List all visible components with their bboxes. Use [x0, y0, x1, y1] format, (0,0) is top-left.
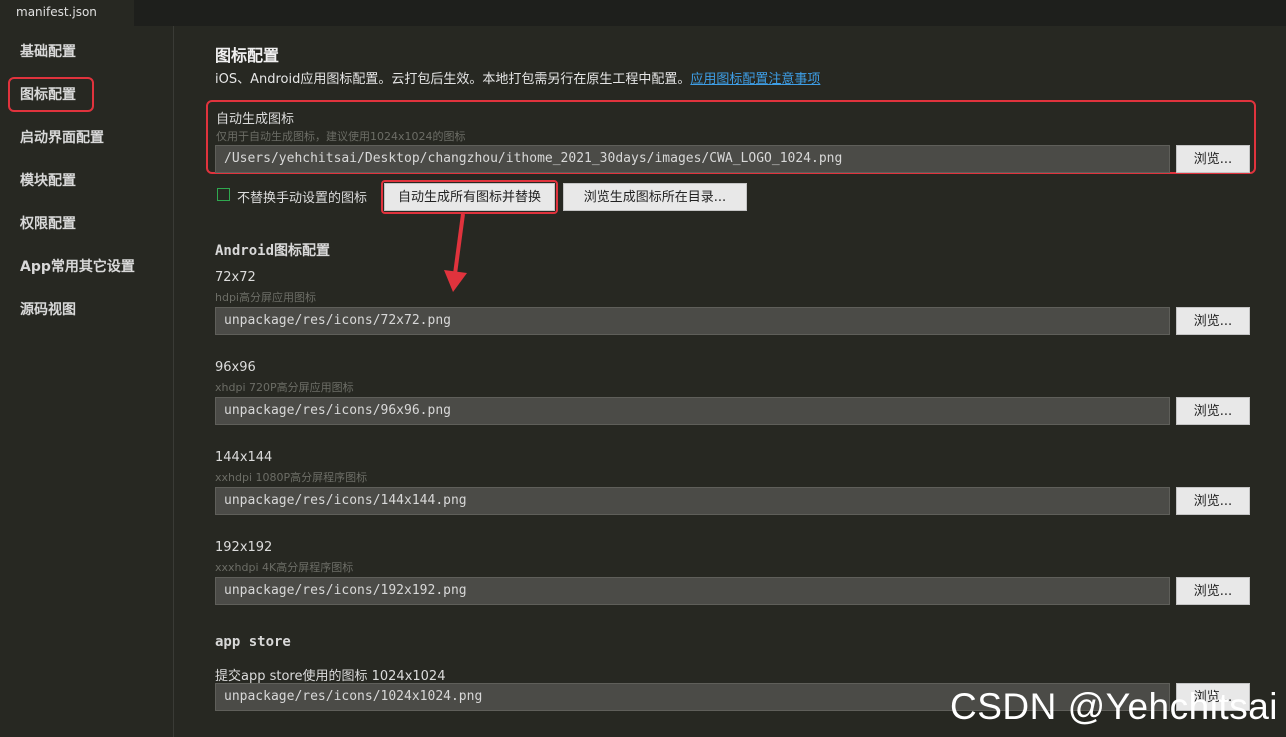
icon-desc-label: xxxhdpi 4K高分屏程序图标 [215, 561, 354, 574]
icon-size-label: 144x144 [215, 450, 273, 465]
csdn-watermark: CSDN @Yehchitsai [950, 686, 1278, 727]
sidebar: 基础配置 图标配置 启动界面配置 模块配置 权限配置 App常用其它设置 源码视… [0, 26, 174, 737]
icon-144-browse-button[interactable]: 浏览... [1176, 487, 1250, 515]
sidebar-active-highlight [8, 77, 94, 112]
sidebar-item-basic[interactable]: 基础配置 [20, 42, 76, 62]
browse-generated-dir-button[interactable]: 浏览生成图标所在目录... [563, 183, 747, 211]
sidebar-item-permissions[interactable]: 权限配置 [20, 214, 76, 234]
icon-size-label: 192x192 [215, 540, 273, 555]
icon-96-path-input[interactable]: unpackage/res/icons/96x96.png [215, 397, 1170, 425]
page-description: iOS、Android应用图标配置。云打包后生效。本地打包需另行在原生工程中配置… [215, 68, 820, 87]
generate-all-icons-button[interactable]: 自动生成所有图标并替换 [384, 183, 555, 211]
description-text: iOS、Android应用图标配置。云打包后生效。本地打包需另行在原生工程中配置… [215, 72, 691, 87]
tab-bar: manifest.json [0, 0, 1286, 26]
auto-generate-path-input[interactable]: /Users/yehchitsai/Desktop/changzhou/itho… [215, 145, 1170, 173]
icon-desc-label: xhdpi 720P高分屏应用图标 [215, 381, 354, 394]
icon-size-label: 72x72 [215, 270, 256, 285]
auto-generate-browse-button[interactable]: 浏览... [1176, 145, 1250, 173]
auto-generate-label: 自动生成图标 [216, 112, 295, 127]
no-replace-label: 不替换手动设置的图标 [237, 191, 368, 206]
appstore-icon-label: 提交app store使用的图标 1024x1024 [215, 669, 446, 684]
sidebar-item-source-view[interactable]: 源码视图 [20, 300, 76, 320]
sidebar-item-app-settings[interactable]: App常用其它设置 [20, 257, 135, 277]
icon-config-notes-link[interactable]: 应用图标配置注意事项 [690, 72, 820, 87]
icon-72-path-input[interactable]: unpackage/res/icons/72x72.png [215, 307, 1170, 335]
icon-size-label: 96x96 [215, 360, 256, 375]
main-panel: 图标配置 iOS、Android应用图标配置。云打包后生效。本地打包需另行在原生… [175, 26, 1286, 737]
icon-144-path-input[interactable]: unpackage/res/icons/144x144.png [215, 487, 1170, 515]
no-replace-checkbox[interactable] [217, 188, 230, 201]
icon-96-browse-button[interactable]: 浏览... [1176, 397, 1250, 425]
appstore-section-heading: app store [215, 634, 291, 650]
sidebar-item-modules[interactable]: 模块配置 [20, 171, 76, 191]
icon-desc-label: hdpi高分屏应用图标 [215, 291, 316, 304]
page-title: 图标配置 [215, 46, 280, 65]
android-section-heading: Android图标配置 [215, 243, 331, 259]
icon-192-browse-button[interactable]: 浏览... [1176, 577, 1250, 605]
tab-manifest-json[interactable]: manifest.json [0, 0, 134, 26]
red-arrow-icon [444, 213, 467, 292]
sidebar-item-splash[interactable]: 启动界面配置 [20, 128, 104, 148]
auto-generate-hint: 仅用于自动生成图标，建议使用1024x1024的图标 [216, 130, 466, 143]
icon-72-browse-button[interactable]: 浏览... [1176, 307, 1250, 335]
icon-desc-label: xxhdpi 1080P高分屏程序图标 [215, 471, 368, 484]
icon-192-path-input[interactable]: unpackage/res/icons/192x192.png [215, 577, 1170, 605]
